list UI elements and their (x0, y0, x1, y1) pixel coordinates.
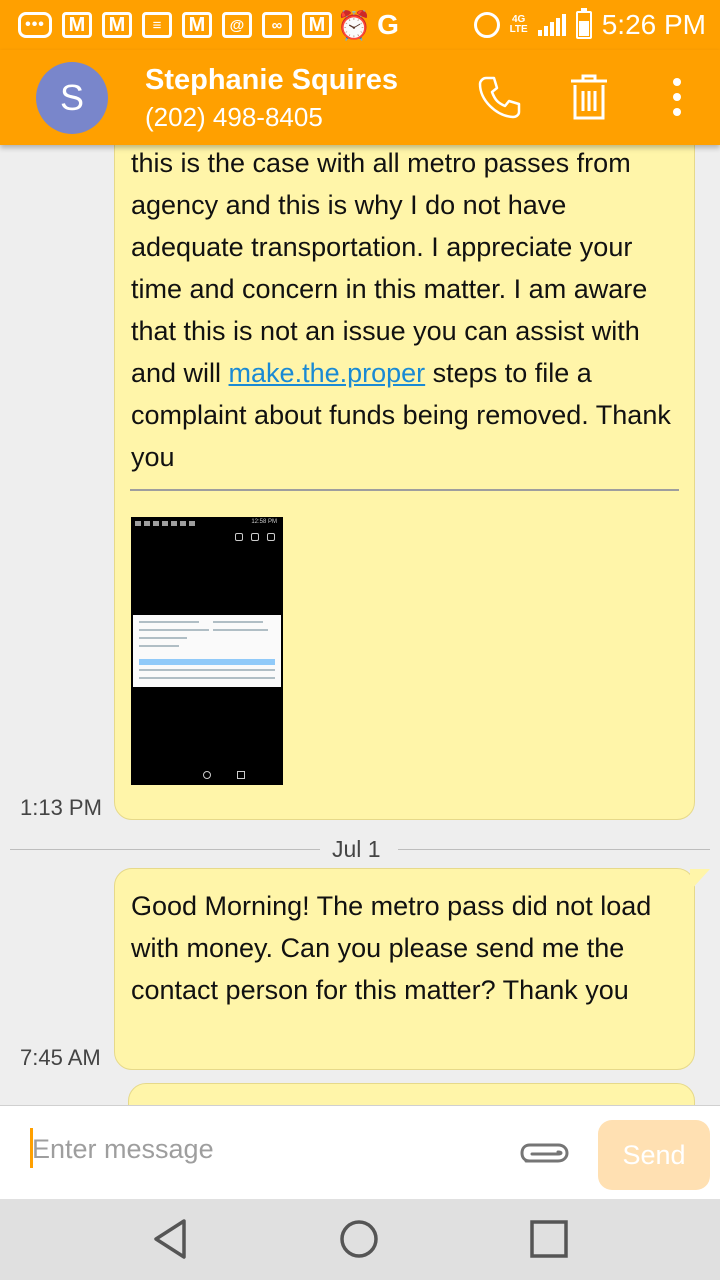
message-bubble[interactable]: this is the case with all metro passes f… (114, 145, 695, 820)
attachment-time: 12:58 PM (251, 519, 277, 525)
avatar[interactable]: S (36, 62, 108, 134)
status-bar: ••• M M ≡ M @ ∞ M ⏰ G 4G LTE 5:26 PM (0, 0, 720, 50)
recents-icon (530, 1220, 568, 1258)
date-divider-line (10, 849, 320, 850)
date-divider-line (398, 849, 710, 850)
system-navigation-bar (0, 1199, 720, 1280)
paperclip-icon (520, 1143, 569, 1163)
back-button[interactable] (148, 1217, 192, 1261)
notification-icons: ••• M M ≡ M @ ∞ M ⏰ G (18, 8, 400, 42)
phone-icon (478, 76, 521, 119)
date-separator: Jul 1 (332, 836, 381, 862)
overflow-icon: ••• (18, 12, 52, 38)
message-text-part: this is the case with all metro passes f… (131, 148, 648, 388)
bubble-tail (690, 869, 710, 891)
home-icon (340, 1220, 378, 1258)
message-text: this is the case with all metro passes f… (131, 145, 683, 478)
message-input[interactable] (32, 1124, 492, 1174)
message-time: 1:13 PM (20, 795, 102, 820)
image-attachment[interactable]: 12:58 PM ◁ (131, 517, 283, 785)
voicemail-icon: ∞ (262, 12, 292, 38)
message-bubble[interactable]: Good Morning! The metro pass did not loa… (114, 868, 695, 1070)
network-indicator: 4G LTE (510, 15, 528, 35)
send-button[interactable]: Send (598, 1120, 710, 1190)
signal-icon (537, 14, 566, 36)
message-bubble[interactable] (128, 1083, 695, 1105)
gmail-icon: M (102, 12, 132, 38)
message-list[interactable]: this is the case with all metro passes f… (0, 145, 720, 1105)
attachment-divider (130, 489, 679, 491)
contact-name[interactable]: Stephanie Squires (145, 64, 398, 97)
delete-button[interactable] (564, 72, 614, 122)
clock: 5:26 PM (601, 9, 706, 40)
back-icon (154, 1219, 186, 1259)
message-icon: ≡ (142, 12, 172, 38)
alarm-icon (473, 12, 500, 38)
home-button[interactable] (337, 1217, 381, 1261)
message-text: Good Morning! The metro pass did not loa… (131, 891, 652, 1005)
gmail-icon: M (302, 12, 332, 38)
message-time: 7:45 AM (20, 1045, 101, 1070)
alarm-clock-icon: ⏰ (336, 9, 372, 41)
network-subtype: LTE (509, 24, 528, 35)
recents-button[interactable] (527, 1217, 571, 1261)
gmail-icon: M (182, 12, 212, 38)
message-link[interactable]: make.the.proper (229, 358, 426, 388)
call-button[interactable] (474, 72, 524, 122)
google-icon: G (377, 9, 399, 40)
email-icon: @ (222, 12, 252, 38)
more-vert-icon (673, 78, 681, 116)
more-options-button[interactable] (652, 72, 702, 122)
conversation-header: S Stephanie Squires (202) 498-8405 (0, 50, 720, 145)
battery-icon (575, 8, 592, 39)
gmail-icon: M (62, 12, 92, 38)
message-composer: Send (0, 1105, 720, 1199)
attach-button[interactable] (512, 1134, 576, 1174)
contact-phone: (202) 498-8405 (145, 102, 323, 132)
trash-icon (571, 74, 607, 120)
